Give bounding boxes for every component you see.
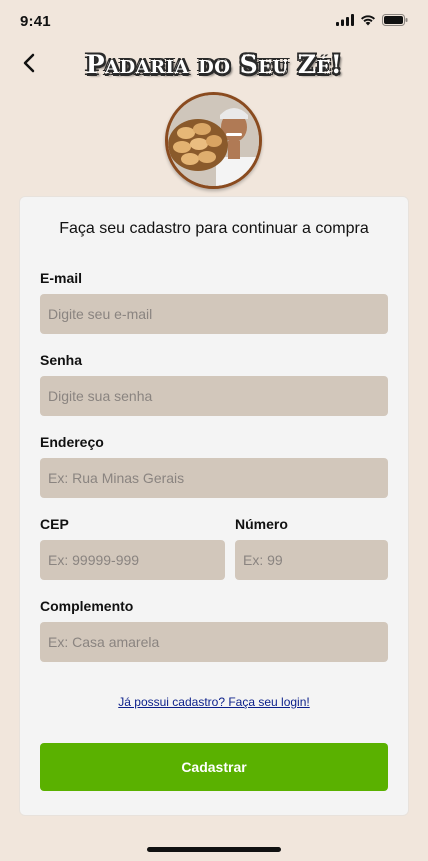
email-field[interactable] [40,294,388,334]
address-label: Endereço [40,434,104,450]
form-title: Faça seu cadastro para continuar a compr… [59,220,369,237]
password-field[interactable] [40,376,388,416]
bakery-logo [165,92,262,189]
address-field[interactable] [40,458,388,498]
complement-label: Complemento [40,598,134,614]
signal-icon [336,14,354,26]
signup-card: Faça seu cadastro para continuar a compr… [19,196,409,816]
status-bar: 9:41 [0,0,428,44]
number-field[interactable] [235,540,388,580]
status-time: 9:41 [20,13,51,30]
home-indicator [147,847,281,852]
password-label: Senha [40,352,83,368]
status-icons [336,14,408,26]
complement-field[interactable] [40,622,388,662]
app-title: Padaria do Seu Zé! [85,50,343,79]
login-link[interactable]: Já possui cadastro? Faça seu login! [20,695,408,709]
wifi-icon [360,14,376,26]
number-label: Número [235,516,288,532]
cep-field[interactable] [40,540,225,580]
register-button[interactable]: Cadastrar [40,743,388,791]
email-label: E-mail [40,270,83,286]
header: Padaria do Seu Zé! [0,44,428,86]
battery-icon [382,14,408,26]
cep-label: CEP [40,516,69,532]
